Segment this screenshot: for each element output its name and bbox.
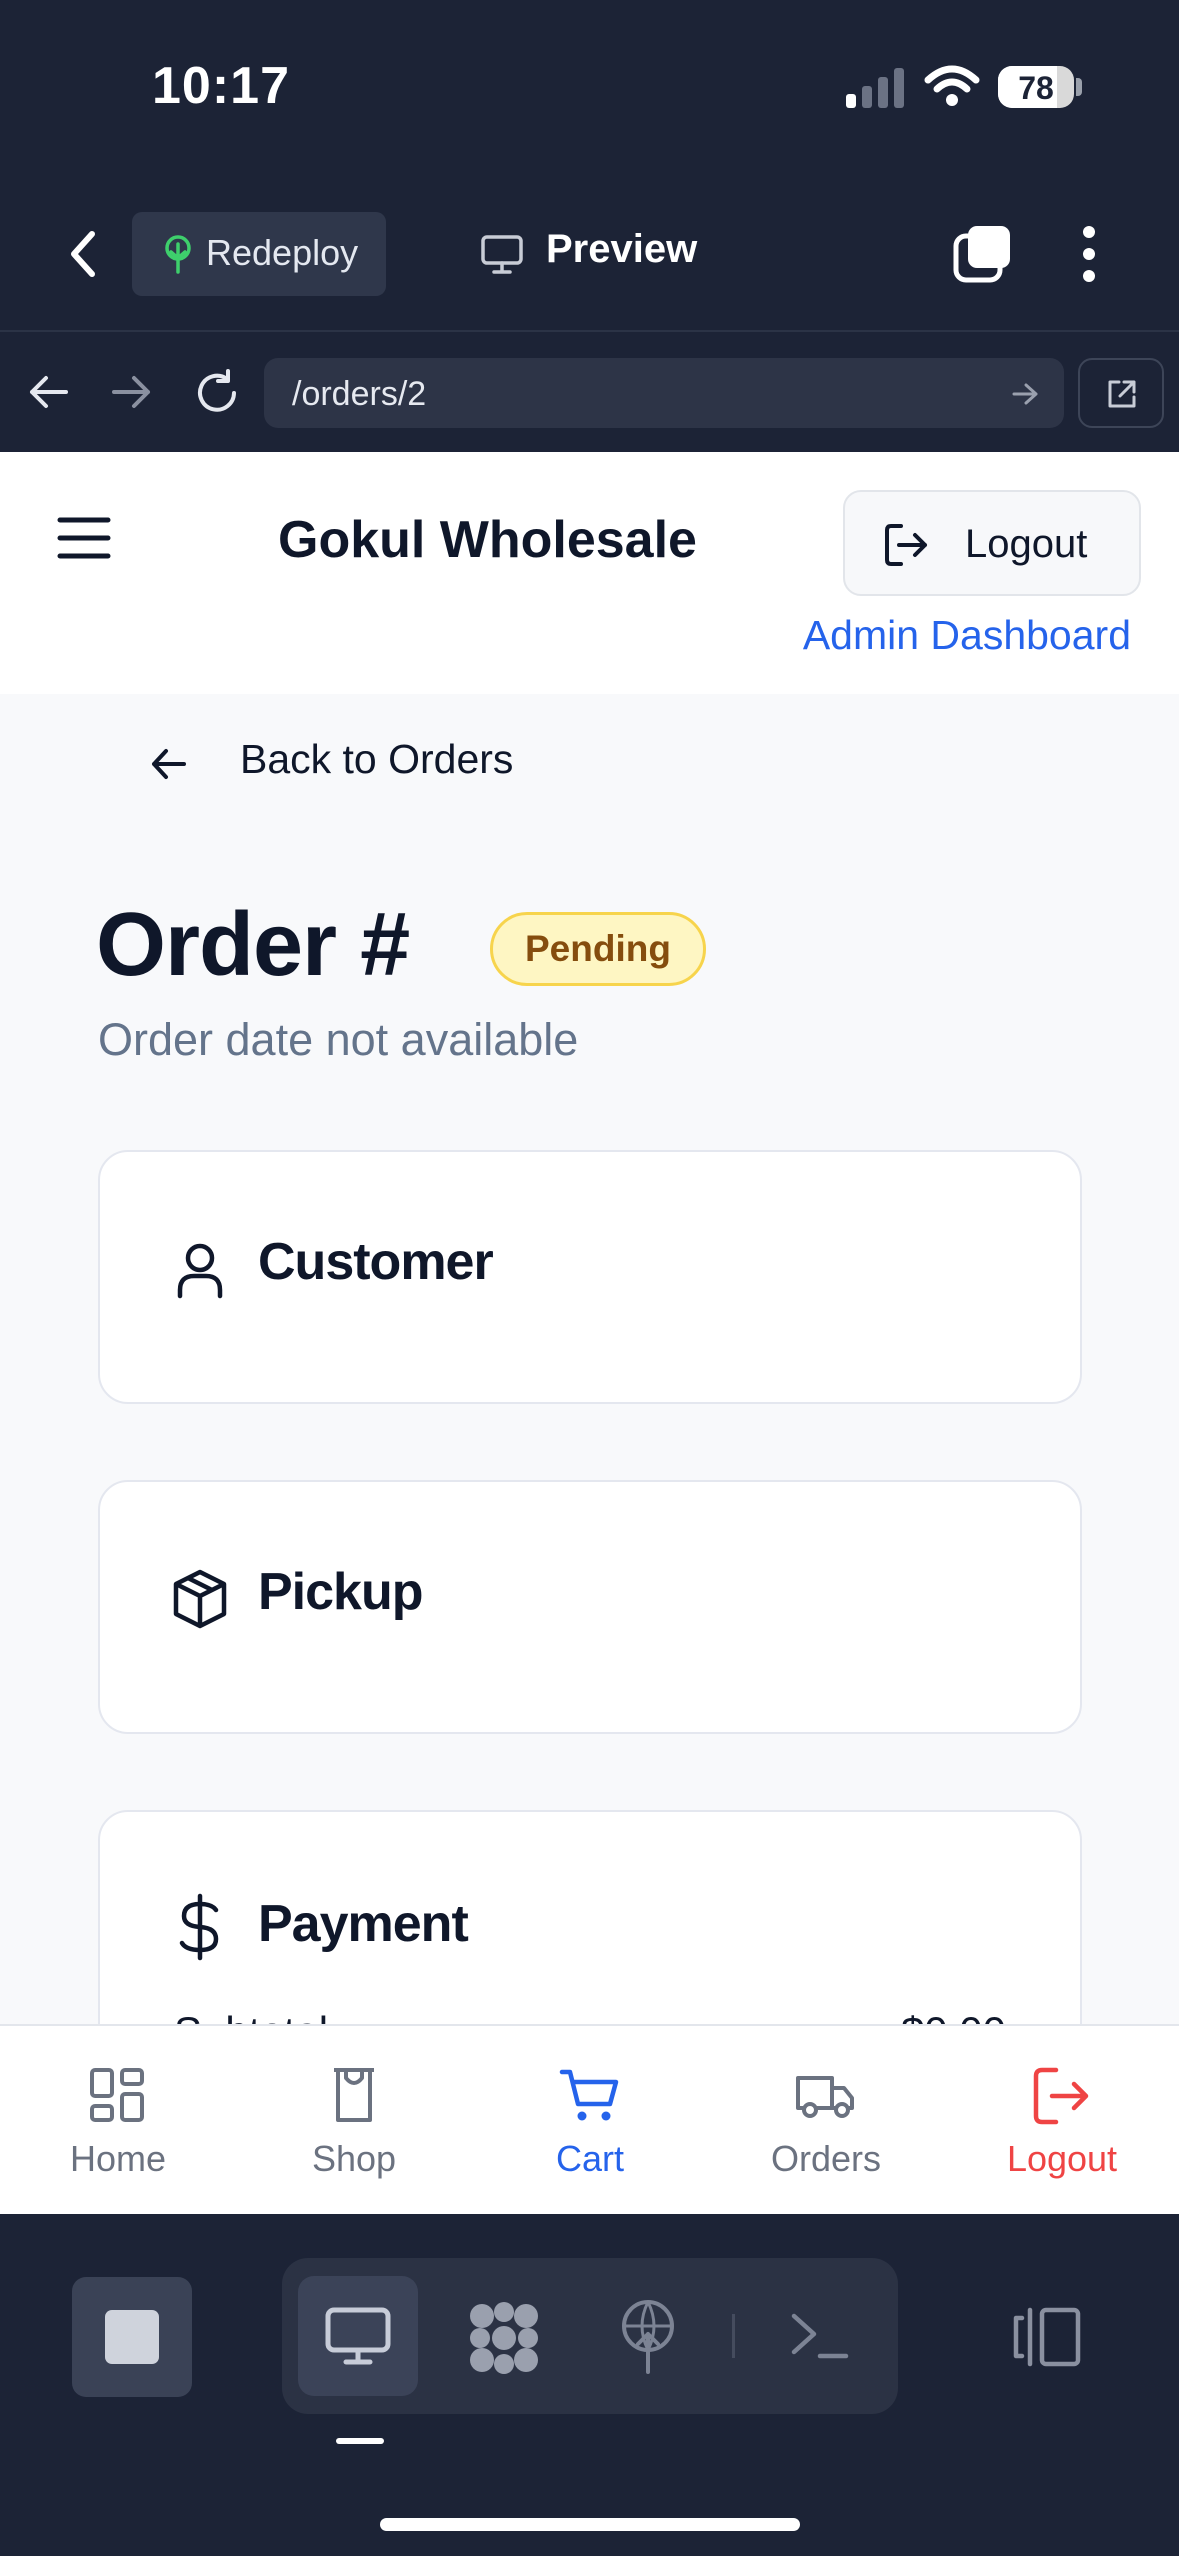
- preview-tool-button[interactable]: [298, 2276, 418, 2396]
- cellular-signal-icon: [846, 68, 904, 108]
- deploy-icon[interactable]: [618, 2298, 678, 2374]
- terminal-icon[interactable]: [788, 2306, 852, 2366]
- arrow-left-icon[interactable]: [148, 746, 188, 782]
- nav-orders[interactable]: Orders: [708, 2026, 944, 2216]
- preview-tab[interactable]: Preview: [546, 227, 697, 272]
- brand-title: Gokul Wholesale: [278, 511, 697, 569]
- nav-cart[interactable]: Cart: [472, 2026, 708, 2216]
- customer-card: Customer: [98, 1150, 1082, 1404]
- deploy-tree-icon: [165, 235, 191, 274]
- back-to-orders-link[interactable]: Back to Orders: [240, 736, 513, 783]
- dollar-icon: [179, 1893, 219, 1961]
- home-indicator: [380, 2518, 800, 2531]
- battery-indicator: 78: [998, 66, 1074, 108]
- battery-tip: [1076, 78, 1082, 96]
- logout-icon: [1033, 2067, 1089, 2125]
- battery-percentage: 78: [1018, 70, 1054, 106]
- active-tool-indicator: [336, 2438, 384, 2444]
- open-external-button[interactable]: [1078, 358, 1164, 428]
- header-logout-label: Logout: [965, 522, 1088, 566]
- order-date: Order date not available: [98, 1014, 579, 1065]
- package-icon: [173, 1569, 227, 1629]
- logout-icon: [885, 524, 927, 566]
- url-input[interactable]: /orders/2: [264, 358, 1064, 428]
- subtotal-value: $0.00: [901, 2008, 1006, 2024]
- redeploy-button[interactable]: Redeploy: [132, 212, 386, 296]
- nav-home[interactable]: Home: [0, 2026, 236, 2216]
- wifi-icon: [924, 65, 980, 106]
- nav-logout-label: Logout: [1006, 2138, 1118, 2179]
- forward-arrow-icon[interactable]: [108, 372, 156, 412]
- customer-card-title: Customer: [258, 1233, 494, 1291]
- reload-icon[interactable]: [192, 368, 242, 418]
- external-link-icon: [1108, 380, 1136, 408]
- payment-card-title: Payment: [258, 1895, 469, 1953]
- cart-icon: [559, 2069, 619, 2121]
- subtotal-label: Subtotal: [174, 2008, 328, 2024]
- nav-shop-label: Shop: [311, 2138, 397, 2179]
- pickup-card-title: Pickup: [258, 1563, 423, 1621]
- more-vertical-icon[interactable]: [1074, 224, 1104, 284]
- cluster-icon[interactable]: [466, 2300, 542, 2376]
- order-title: Order #: [96, 895, 410, 995]
- monitor-icon: [325, 2307, 391, 2365]
- pickup-card: Pickup: [98, 1480, 1082, 1734]
- stop-icon: [105, 2310, 159, 2364]
- user-icon: [177, 1243, 223, 1299]
- back-arrow-icon[interactable]: [24, 372, 72, 412]
- stop-button[interactable]: [72, 2277, 192, 2397]
- go-arrow-icon[interactable]: [1010, 380, 1042, 408]
- status-badge: Pending: [490, 912, 706, 986]
- redeploy-label: Redeploy: [206, 232, 359, 273]
- truck-icon: [796, 2076, 854, 2118]
- panel-layout-icon[interactable]: [1010, 2304, 1082, 2370]
- payment-card: Payment Subtotal $0.00: [98, 1810, 1082, 2024]
- app-header: Gokul Wholesale Logout Admin Dashboard: [0, 452, 1179, 696]
- monitor-icon: [481, 235, 523, 274]
- nav-home-label: Home: [69, 2138, 167, 2179]
- workspace-tool-group: [282, 2258, 898, 2414]
- header-logout-button[interactable]: Logout: [843, 490, 1141, 596]
- chevron-left-icon[interactable]: [64, 226, 104, 282]
- nav-orders-label: Orders: [770, 2138, 882, 2179]
- tabs-icon[interactable]: [950, 222, 1014, 286]
- status-badge-label: Pending: [525, 928, 671, 969]
- grid-icon: [90, 2068, 144, 2122]
- status-time: 10:17: [152, 57, 290, 115]
- tool-divider: [732, 2314, 735, 2358]
- admin-dashboard-link[interactable]: Admin Dashboard: [803, 612, 1131, 659]
- nav-shop[interactable]: Shop: [236, 2026, 472, 2216]
- shop-icon: [334, 2068, 374, 2122]
- nav-cart-label: Cart: [555, 2138, 624, 2179]
- order-detail-main: Back to Orders Order # Pending Order dat…: [0, 694, 1179, 2024]
- nav-logout[interactable]: Logout: [944, 2026, 1179, 2216]
- url-text: /orders/2: [292, 375, 427, 413]
- bottom-navigation: Home Shop Cart Orders Logout: [0, 2024, 1179, 2216]
